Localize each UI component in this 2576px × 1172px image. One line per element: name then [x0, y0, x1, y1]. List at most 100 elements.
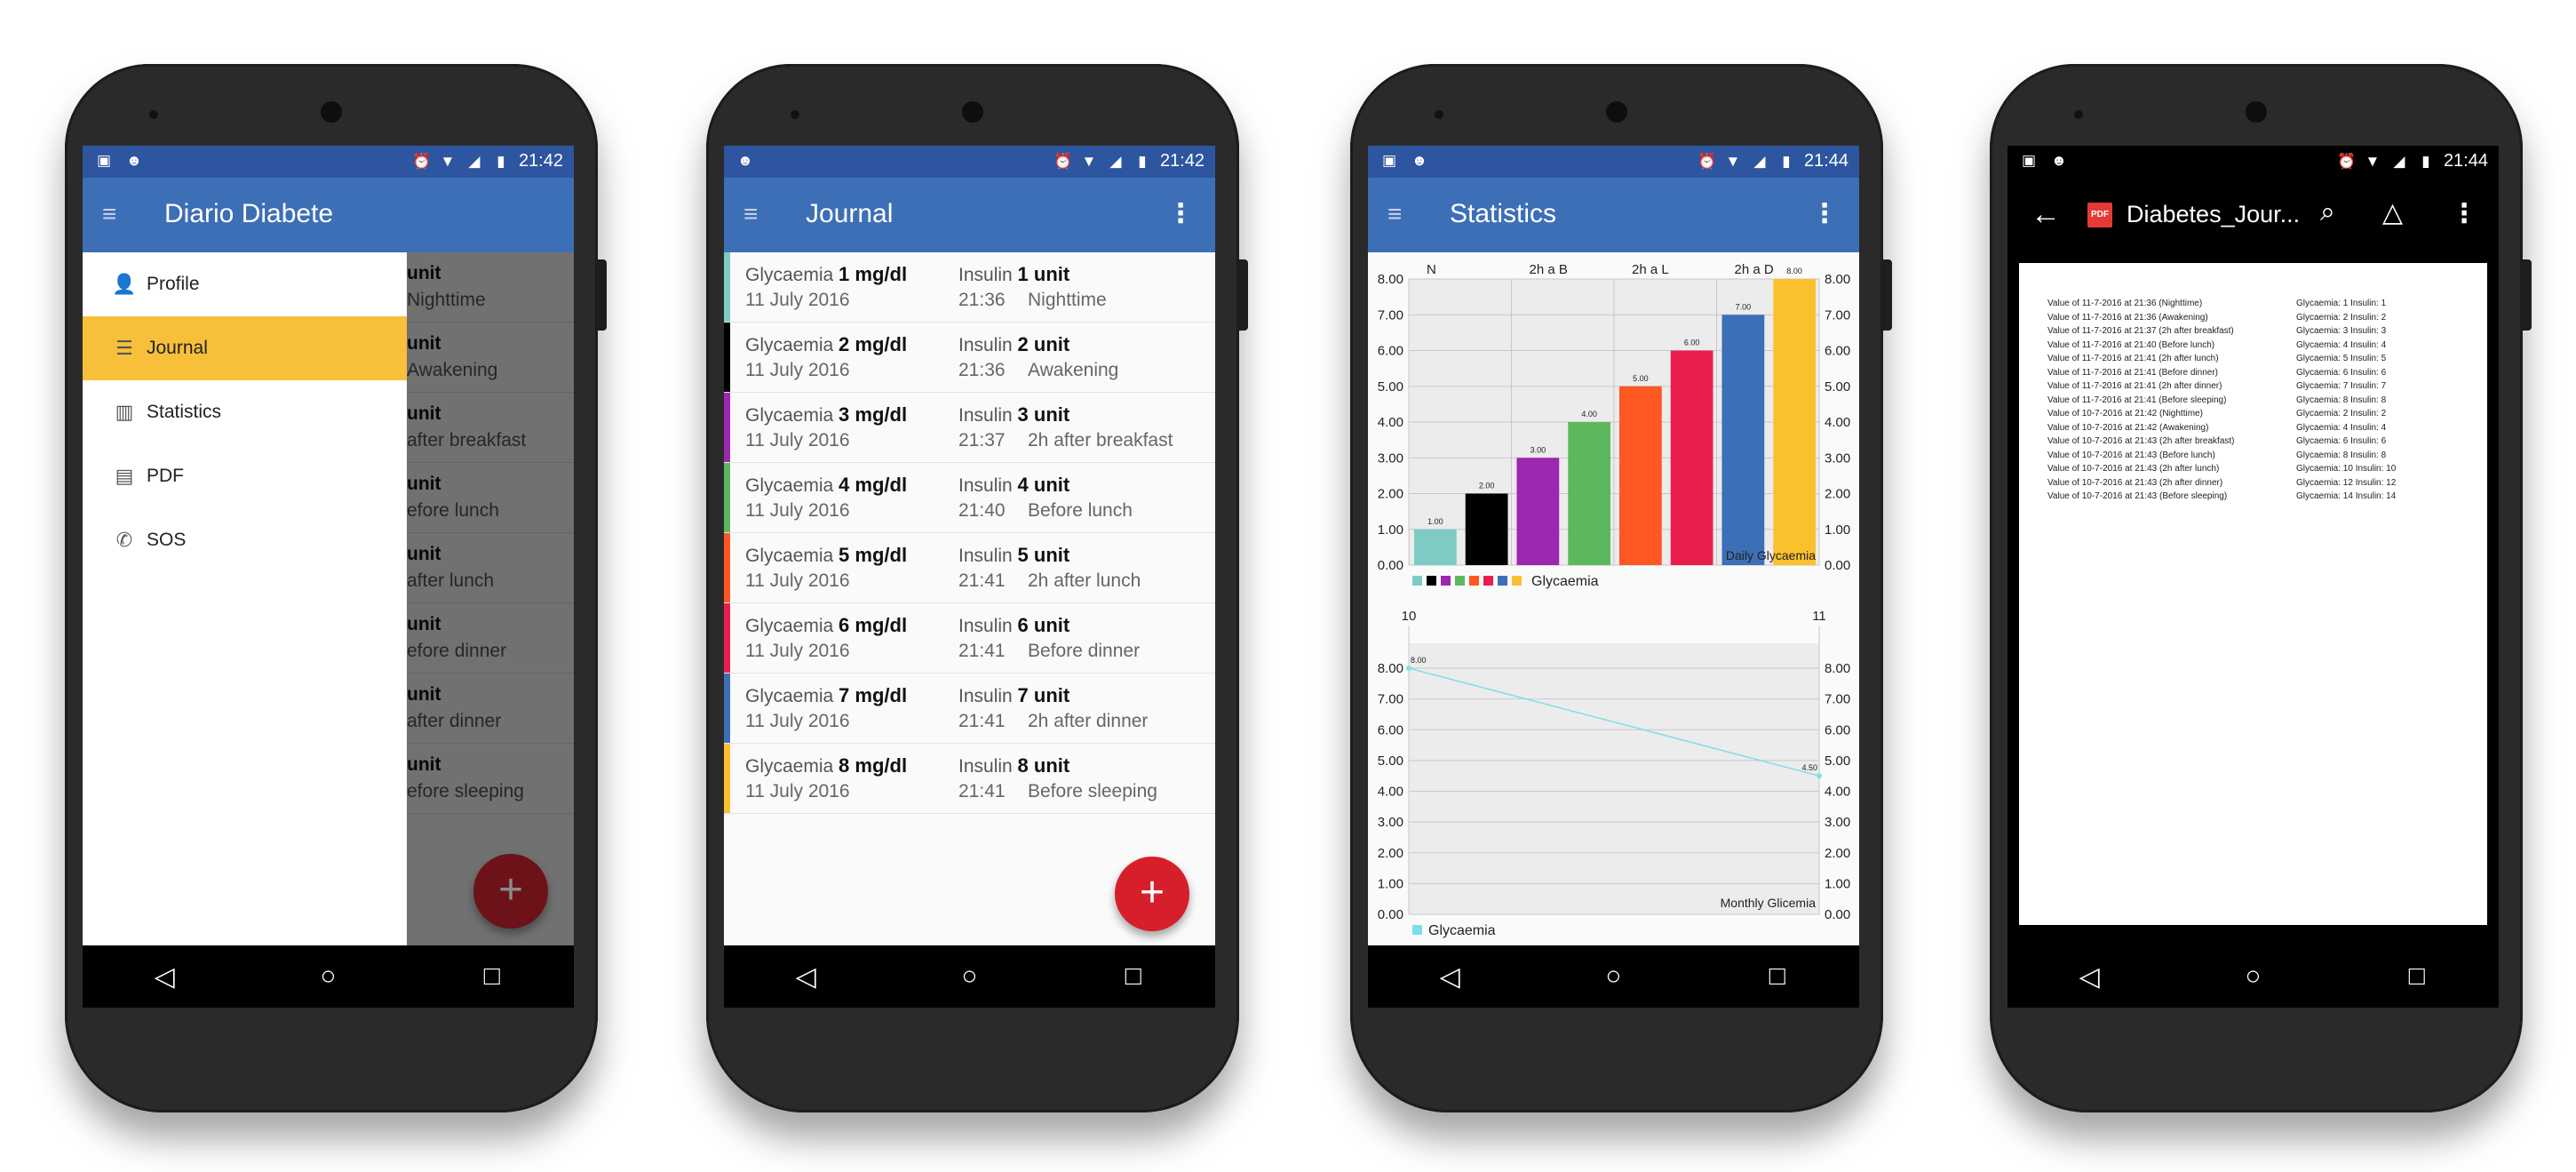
back-arrow-icon[interactable]: ← [2031, 197, 2061, 232]
y-tick-label-left: 3.00 [1378, 450, 1403, 466]
bar [1773, 279, 1816, 565]
insulin-amount: 3 unit [1017, 403, 1070, 426]
signal-icon: ◢ [1109, 152, 1122, 170]
bar [1516, 458, 1560, 565]
drive-add-icon[interactable]: △ [2382, 197, 2403, 228]
sensor [1435, 110, 1443, 119]
more-options-icon[interactable]: ⋮ [2451, 199, 2477, 229]
y-tick-label-left: 8.00 [1378, 661, 1403, 676]
y-tick-label-right: 8.00 [1825, 272, 1850, 287]
insulin-amount: 4 unit [1017, 474, 1070, 496]
journal-entry[interactable]: Glycaemia 4 mg/dl 11 July 2016 Insulin 4 u… [724, 463, 1215, 533]
bar-value-label: 6.00 [1684, 339, 1700, 347]
pdf-text-line: Value of 11-7-2016 at 21:41 (2h after di… [2047, 381, 2222, 391]
pdf-page[interactable]: Value of 11-7-2016 at 21:36 (Nighttime) G… [2019, 263, 2487, 925]
drawer-item-journal[interactable]: ☰ Journal [83, 316, 407, 380]
home-icon[interactable]: ○ [301, 961, 354, 992]
y-tick-label-right: 7.00 [1825, 692, 1850, 707]
y-tick-label-right: 2.00 [1825, 487, 1850, 502]
back-icon[interactable]: ◁ [138, 961, 191, 993]
glycaemia-amount: 7 mg/dl [839, 684, 908, 706]
entry-time: 21:40 [958, 500, 1006, 521]
more-options-icon[interactable]: ⋮ [1167, 199, 1194, 229]
glycaemia-amount: 4 mg/dl [839, 474, 908, 496]
menu-icon[interactable]: ≡ [1387, 202, 1407, 227]
alarm-icon: ⏰ [2336, 152, 2357, 170]
recents-icon[interactable]: □ [465, 961, 519, 992]
journal-entry[interactable]: Glycaemia 3 mg/dl 11 July 2016 Insulin 3 u… [724, 393, 1215, 463]
y-tick-label-left: 6.00 [1378, 344, 1403, 359]
pdf-text-line: Value of 11-7-2016 at 21:41 (2h after lu… [2047, 354, 2219, 363]
pdf-text-line: Value of 11-7-2016 at 21:36 (Awakening) [2047, 312, 2208, 323]
back-icon[interactable]: ◁ [2063, 961, 2116, 993]
glycaemia-amount: 3 mg/dl [839, 403, 908, 426]
legend-swatch [1412, 925, 1422, 935]
drawer-item-pdf[interactable]: ▤ PDF [83, 444, 407, 508]
bar [1721, 315, 1765, 565]
journal-entry[interactable]: Glycaemia 1 mg/dl 11 July 2016 Insulin 1 u… [724, 252, 1215, 323]
back-icon[interactable]: ◁ [779, 961, 832, 993]
pdf-value-line: Glycaemia: 8 Insulin: 8 [2296, 450, 2387, 460]
y-tick-label-right: 5.00 [1825, 753, 1850, 769]
y-tick-label-right: 1.00 [1825, 876, 1850, 891]
power-button [596, 259, 607, 331]
insulin-value: Insulin 2 unit [958, 333, 1069, 356]
alarm-icon: ⏰ [1697, 152, 1717, 170]
pdf-value-line: Glycaemia: 2 Insulin: 2 [2296, 312, 2387, 323]
search-icon[interactable]: ⌕ [2320, 197, 2335, 227]
legend-swatch [1412, 576, 1422, 586]
journal-entry[interactable]: Glycaemia 8 mg/dl 11 July 2016 Insulin 8 u… [724, 744, 1215, 814]
entry-color-bar [724, 323, 730, 392]
home-icon[interactable]: ○ [2226, 961, 2279, 992]
insulin-label: Insulin [958, 546, 1013, 566]
journal-entry[interactable]: Glycaemia 5 mg/dl 11 July 2016 Insulin 5 u… [724, 533, 1215, 603]
journal-entry[interactable]: Glycaemia 6 mg/dl 11 July 2016 Insulin 6 u… [724, 603, 1215, 674]
file-title: Diabetes_Jour... [2127, 201, 2301, 227]
x-top-label: 2h a D [1735, 262, 1774, 277]
legend-swatch [1455, 576, 1465, 586]
home-icon[interactable]: ○ [942, 961, 996, 992]
recents-icon[interactable]: □ [1107, 961, 1160, 992]
drawer-item-profile[interactable]: 👤 Profile [83, 252, 407, 316]
entry-date: 11 July 2016 [745, 360, 850, 380]
back-icon[interactable]: ◁ [1423, 961, 1476, 993]
journal-entry[interactable]: Glycaemia 2 mg/dl 11 July 2016 Insulin 2 u… [724, 323, 1215, 393]
insulin-amount: 1 unit [1017, 263, 1070, 285]
glycaemia-label: Glycaemia [745, 475, 834, 496]
menu-icon[interactable]: ≡ [743, 202, 763, 227]
home-icon[interactable]: ○ [1586, 961, 1640, 992]
add-entry-fab[interactable]: + [473, 854, 548, 929]
pdf-value-line: Glycaemia: 3 Insulin: 3 [2296, 326, 2387, 336]
menu-icon[interactable]: ≡ [102, 202, 122, 227]
journal-entry[interactable]: Glycaemia 7 mg/dl 11 July 2016 Insulin 7 u… [724, 674, 1215, 744]
entry-meal: Awakening [1028, 360, 1119, 380]
glycaemia-label: Glycaemia [745, 756, 834, 777]
entry-date: 11 July 2016 [745, 430, 850, 450]
signal-icon: ◢ [468, 152, 481, 170]
insulin-value: Insulin 1 unit [958, 263, 1069, 286]
add-entry-fab[interactable]: + [1115, 857, 1189, 931]
recents-icon[interactable]: □ [2390, 961, 2444, 992]
y-tick-label-left: 2.00 [1378, 846, 1403, 861]
pdf-text-line: Value of 10-7-2016 at 21:43 (Before lunc… [2047, 450, 2215, 460]
entry-date: 11 July 2016 [745, 500, 850, 521]
drawer-item-statistics[interactable]: ▥ Statistics [83, 380, 407, 444]
entry-meal: Before sleeping [1028, 781, 1157, 801]
entry-date: 11 July 2016 [745, 290, 850, 310]
data-point [1406, 666, 1411, 671]
status-bar: ☻ ⏰ ▼ ◢ ▮ 21:42 [724, 146, 1215, 178]
insulin-value: Insulin 8 unit [958, 754, 1069, 777]
y-tick-label-right: 3.00 [1825, 450, 1850, 466]
alarm-icon: ⏰ [411, 152, 432, 170]
drawer-item-sos[interactable]: ✆ SOS [83, 508, 407, 572]
page-title: Statistics [1450, 199, 1557, 228]
front-camera [962, 101, 983, 123]
more-options-icon[interactable]: ⋮ [1811, 199, 1838, 229]
screen-statistics: ▣ ☻ ⏰ ▼ ◢ ▮ 21:44 ≡ Statistics ⋮ 0.00 0.00… [1368, 146, 1859, 1008]
bar-value-label: 2.00 [1479, 482, 1495, 490]
toolbar: ← PDF Diabetes_Jour... ⌕ △ ⋮ [2008, 178, 2499, 252]
recents-icon[interactable]: □ [1751, 961, 1804, 992]
statistics-charts: 0.00 0.00 1.00 1.00 2.00 2.00 3.00 3.00 4.00 4.00… [1378, 262, 1850, 938]
data-point [1817, 773, 1822, 779]
y-tick-label-left: 7.00 [1378, 692, 1403, 707]
